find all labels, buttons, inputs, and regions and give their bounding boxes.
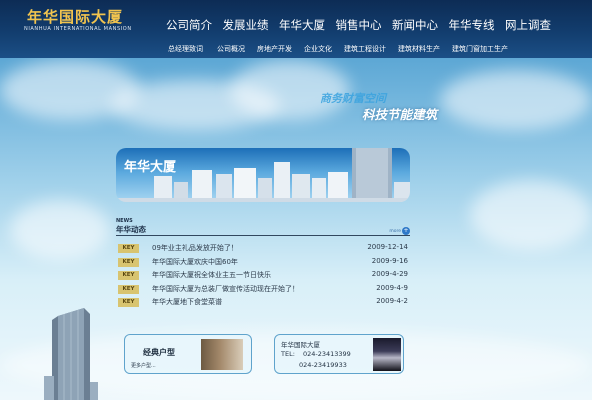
nav-item-achievements[interactable]: 发展业绩	[223, 17, 280, 33]
banner-title: 年华大厦	[124, 160, 177, 175]
top-header: 年华国际大厦 NIANHUA INTERNATIONAL MANSION 公司简…	[0, 0, 592, 58]
news-title[interactable]: 年华国际大厦为总装厂做宣传活动现在开始了！	[152, 284, 299, 294]
sub-nav: 总经理致词 公司概况 房地产开发 企业文化 建筑工程设计 建筑材料生产 建筑门窗…	[168, 44, 520, 54]
tel-number-1: 024-23413399	[302, 350, 351, 358]
key-badge: KEY	[118, 284, 139, 294]
key-badge: KEY	[118, 298, 139, 307]
nav-item-company-intro[interactable]: 公司简介	[166, 17, 223, 33]
subnav-item-engineering-design[interactable]: 建筑工程设计	[344, 44, 386, 54]
news-item[interactable]: KEY 年华国际大厦为总装厂做宣传活动现在开始了！ 2009-4-9	[116, 283, 410, 297]
news-title[interactable]: 年华国际大厦欢庆中国60年	[152, 257, 238, 267]
mansion-banner[interactable]: 年华大厦	[116, 148, 410, 202]
news-date: 2009-4-29	[371, 270, 408, 278]
nav-item-news-center[interactable]: 新闻中心	[392, 17, 449, 33]
nav-item-sales-center[interactable]: 销售中心	[336, 17, 393, 33]
news-item[interactable]: KEY 年华国际大厦欢庆中国60年 2009-9-16	[116, 256, 410, 270]
news-date: 2009-4-9	[376, 283, 408, 292]
news-divider	[116, 235, 410, 236]
news-title[interactable]: 年华国际大厦祝全体业主五一节日快乐	[152, 270, 271, 280]
tower-image	[44, 308, 98, 400]
news-item[interactable]: KEY 年华大厦地下食堂菜谱 2009-4-2	[116, 296, 410, 310]
subnav-item-doors-windows[interactable]: 建筑门窗加工生产	[452, 44, 508, 54]
key-badge: KEY	[118, 271, 139, 280]
contact-name: 年华国际大厦	[281, 341, 320, 349]
news-list: KEY 09年业主礼品发放开始了！ 2009-12-14 KEY 年华国际大厦欢…	[116, 242, 410, 310]
news-title[interactable]: 年华大厦地下食堂菜谱	[152, 297, 222, 307]
logo-title[interactable]: 年华国际大厦	[27, 6, 123, 27]
news-date: 2009-9-16	[371, 256, 408, 265]
news-date: 2009-4-2	[376, 297, 408, 305]
key-badge: KEY	[118, 257, 139, 267]
contact-tel-1: TEL: 024-23413399	[281, 350, 351, 358]
subnav-item-materials[interactable]: 建筑材料生产	[398, 44, 440, 54]
subnav-item-gm-speech[interactable]: 总经理致词	[168, 44, 203, 54]
cloud	[440, 70, 592, 130]
nav-item-nianhua-mansion[interactable]: 年华大厦	[279, 17, 336, 33]
news-item[interactable]: KEY 09年业主礼品发放开始了！ 2009-12-14	[116, 242, 410, 256]
tel-label: TEL:	[281, 350, 295, 358]
nav-item-hotline[interactable]: 年华专线	[449, 17, 506, 33]
nav-item-online-survey[interactable]: 网上调查	[505, 17, 562, 33]
cloud	[470, 180, 592, 250]
subnav-item-culture[interactable]: 企业文化	[304, 44, 332, 54]
news-date: 2009-12-14	[367, 243, 408, 251]
news-header: NEWS 年华动态 more +	[116, 218, 410, 236]
more-layouts-link[interactable]: 更多户型...	[131, 362, 156, 369]
news-title[interactable]: 09年业主礼品发放开始了！	[152, 243, 238, 253]
logo-subtitle: NIANHUA INTERNATIONAL MANSION	[24, 26, 132, 32]
contact-card: 年华国际大厦 TEL: 024-23413399 024-23419933	[274, 334, 404, 374]
cloud	[10, 200, 110, 260]
classic-layout-title: 经典户型	[143, 348, 175, 357]
slogan-line-2: 科技节能建筑	[362, 107, 438, 122]
tel-number-2: 024-23419933	[299, 361, 347, 369]
news-item[interactable]: KEY 年华国际大厦祝全体业主五一节日快乐 2009-4-29	[116, 269, 410, 283]
subnav-item-company-overview[interactable]: 公司概况	[217, 44, 245, 54]
classic-layout-card[interactable]: 经典户型 更多户型...	[124, 334, 252, 374]
news-more-link[interactable]: more +	[389, 227, 410, 235]
room-photo	[201, 339, 243, 370]
subnav-item-real-estate[interactable]: 房地产开发	[257, 44, 292, 54]
main-nav: 公司简介 发展业绩 年华大厦 销售中心 新闻中心 年华专线 网上调查	[166, 17, 562, 33]
more-label: more	[389, 228, 401, 234]
plus-icon: +	[402, 227, 410, 235]
contact-photo	[373, 338, 401, 371]
news-label-cn: 年华动态	[116, 225, 146, 234]
key-badge: KEY	[118, 244, 139, 253]
